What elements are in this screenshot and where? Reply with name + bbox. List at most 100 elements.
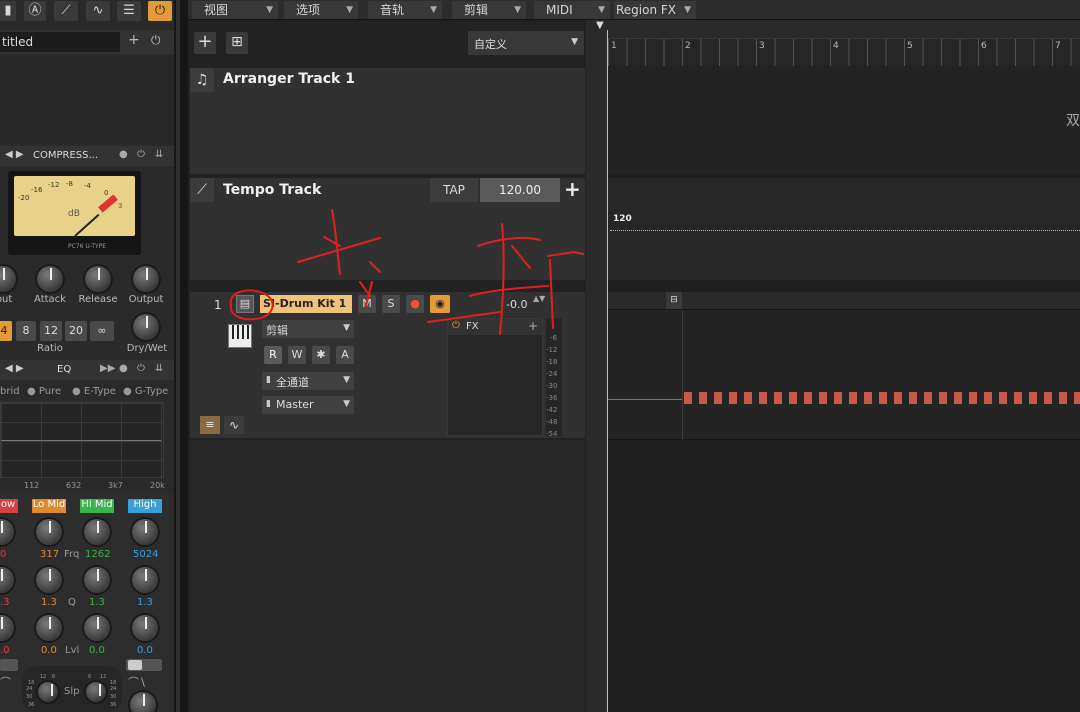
input-echo-icon[interactable]: ◉ [430,295,450,313]
eq-power-icon[interactable]: ⏻ [137,363,145,374]
eq-mode-gtype[interactable]: ● G-Type [123,386,168,397]
band-himid-q-knob[interactable] [82,565,112,595]
track-volume[interactable]: -0.0 [506,298,527,311]
band-high-lvl-knob[interactable] [130,613,160,643]
archive-button[interactable]: A [336,346,354,364]
slope-low-icon[interactable]: ⌒ [0,674,11,690]
instrument-track[interactable]: 1 ▤ SI-Drum Kit 1 M S ● ◉ -0.0 ▲▼ 剪辑 ▼ R [190,292,585,438]
menu-midi[interactable]: MIDI ▼ [534,1,610,19]
power-comp-icon[interactable]: ⏻ [137,149,145,160]
eq-mode-pure[interactable]: ● Pure [27,386,61,397]
ratio-button-4[interactable]: 4 [0,321,12,341]
eq-mode-etype[interactable]: ● E-Type [72,386,116,397]
add-bus-icon[interactable]: ⊞ [226,32,248,54]
track-name-field[interactable]: SI-Drum Kit 1 [260,295,352,313]
track-title-field[interactable]: titled [0,32,120,52]
eq-dot-icon[interactable]: ● [119,363,128,374]
dot-icon[interactable]: ● [119,149,128,160]
band-lomid-frq-knob[interactable] [34,517,64,547]
tempo-bpm-field[interactable]: 120.00 [480,178,560,202]
inspector-scrollbar[interactable] [176,0,180,712]
piano-icon[interactable] [228,324,252,348]
attack-knob[interactable] [35,264,65,294]
track-list-empty[interactable] [190,440,585,712]
band-high-q-knob[interactable] [130,565,160,595]
fx-power-icon[interactable]: ⏻ [452,320,460,331]
automation-a-icon[interactable]: Ⓐ [24,1,46,21]
band-himid-header[interactable]: Hi Mid [80,499,114,513]
add-icon[interactable]: + [128,32,140,48]
metronome-icon[interactable]: ⟋ [54,1,78,21]
record-arm-icon[interactable]: ● [406,295,424,313]
ratio-button-20[interactable]: 20 [65,321,87,341]
band-himid-frq-knob[interactable] [82,517,112,547]
band-lomid-lvl-knob[interactable] [34,613,64,643]
solo-button[interactable]: S [382,295,400,313]
fx-bin[interactable]: ⏻ FX + [447,318,543,436]
band-low-header[interactable]: ow [0,499,18,513]
list-icon[interactable]: ☰ [117,1,141,21]
menu-clips[interactable]: 剪辑 ▼ [452,1,526,19]
fx-add-icon[interactable]: + [528,319,538,333]
band-high-header[interactable]: High [128,499,162,513]
synth-rack-icon[interactable]: ▤ [236,295,254,313]
nav-arrows-icon[interactable]: ◀ ▶ [5,149,24,160]
band-lomid-header[interactable]: Lo Mid [32,499,66,513]
add-track-icon[interactable]: + [194,32,216,54]
band-high-toggle[interactable] [126,659,162,671]
tempo-track[interactable]: ⟋ Tempo Track TAP 120.00 + [190,177,585,280]
drywet-knob[interactable] [131,312,161,342]
power-small-icon[interactable]: ⏻ [151,33,161,48]
slope-low-knob[interactable] [36,680,60,704]
waveform-icon[interactable]: ∿ [86,1,110,21]
power-icon[interactable]: ⏻ [148,1,172,21]
empty-lane-area[interactable] [608,441,1080,712]
arranger-track-name[interactable]: Arranger Track 1 [223,71,355,87]
automation-lane-icon[interactable]: ∿ [224,416,244,434]
tempo-lane[interactable]: 120 [608,178,1080,280]
band-lomid-q-knob[interactable] [34,565,64,595]
mute-button[interactable]: M [358,295,376,313]
band-low-toggle[interactable] [0,659,18,671]
band-high-frq-knob[interactable] [130,517,160,547]
eq-mode-hybrid[interactable]: brid [0,386,20,397]
inspector-divider[interactable] [174,0,188,712]
instrument-lane[interactable] [608,310,1080,440]
add-tempo-icon[interactable]: + [564,177,581,201]
read-automation-button[interactable]: R [264,346,282,364]
preset-select[interactable]: 自定义 ▼ [468,31,584,55]
slope-high-knob[interactable] [84,680,108,704]
ratio-button-infinity[interactable]: ∞ [90,321,114,341]
output-select[interactable]: ▮ Master ▼ [262,396,354,414]
menu-options[interactable]: 选项 ▼ [284,1,358,19]
eq-graph[interactable] [0,402,164,478]
release-knob[interactable] [83,264,113,294]
tool-icon-partial[interactable]: ▮ [0,1,16,21]
menu-region-fx[interactable]: Region FX ▼ [614,1,696,19]
input-knob[interactable] [0,264,18,294]
eq-forward-icon[interactable]: ▶▶ [100,363,115,374]
slope-high-icon[interactable]: ⌒∖ [128,674,146,690]
arrange-view[interactable]: 双 120 ⊟ [608,66,1080,712]
ratio-button-12[interactable]: 12 [40,321,62,341]
band-himid-lvl-knob[interactable] [82,613,112,643]
volume-spin-icon[interactable]: ▲▼ [533,294,545,303]
eq-nav-arrows-icon[interactable]: ◀ ▶ [5,363,24,374]
clip-mode-select[interactable]: 剪辑 ▼ [262,320,354,338]
arranger-track[interactable]: ♫ Arranger Track 1 [190,68,585,174]
high-gain-knob[interactable] [128,690,158,712]
menu-tracks[interactable]: 音轨 ▼ [368,1,442,19]
ratio-button-8[interactable]: 8 [16,321,36,341]
timeline-ruler[interactable]: 1 2 3 4 5 6 7 [608,20,1080,66]
collapse-icon[interactable]: ⇊ [155,149,163,160]
input-select[interactable]: ▮ 全通道 ▼ [262,372,354,390]
tempo-track-name[interactable]: Tempo Track [223,182,321,198]
write-automation-button[interactable]: W [288,346,306,364]
clip-header-icon[interactable]: ⊟ [666,292,682,309]
arranger-lane[interactable]: 双 [608,66,1080,174]
eq-collapse-icon[interactable]: ⇊ [155,363,163,374]
output-knob[interactable] [131,264,161,294]
menu-view[interactable]: 视图 ▼ [192,1,278,19]
tap-button[interactable]: TAP [430,178,478,202]
mixer-strip-icon[interactable]: ≡ [200,416,220,434]
